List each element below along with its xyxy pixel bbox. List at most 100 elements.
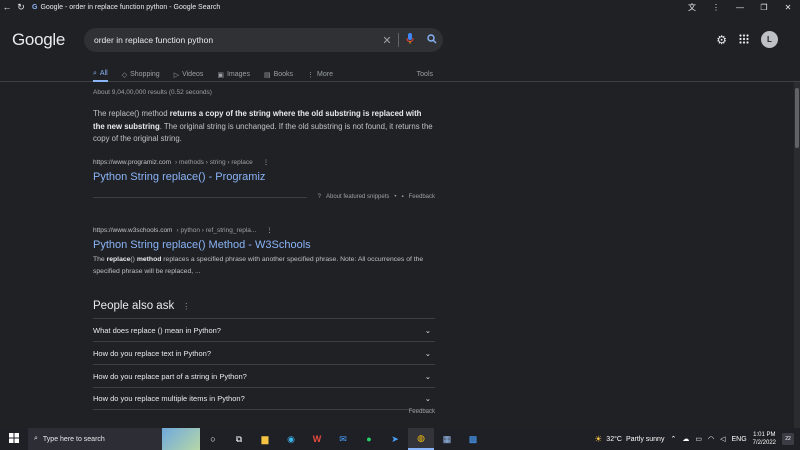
window-title: G Google - order in replace function pyt… <box>32 4 220 11</box>
whatsapp-icon[interactable]: ● <box>356 428 382 450</box>
image-icon: ▣ <box>217 71 224 79</box>
volume-icon[interactable]: ◁ <box>720 435 725 443</box>
search-icon: ⌕ <box>93 69 97 77</box>
result-cite: https://www.programiz.com › methods › st… <box>93 158 270 167</box>
menu-dots-icon[interactable]: ⋮ <box>704 3 728 12</box>
reload-icon[interactable]: ↻ <box>14 2 28 13</box>
paa-question[interactable]: How do you replace text in Python? ⌄ <box>93 341 435 364</box>
cloud-icon[interactable]: ☁ <box>682 435 689 443</box>
tab-books[interactable]: ▤ Books <box>264 67 293 82</box>
back-arrow-icon[interactable]: ← <box>0 2 14 12</box>
clock-date: 7/2/2022 <box>752 440 776 446</box>
tab-videos[interactable]: ▷ Videos <box>174 67 204 82</box>
weather-widget[interactable]: ☀ 32°C Partly sunny <box>594 434 664 445</box>
taskbar-search-placeholder: Type here to search <box>42 435 105 443</box>
paa-question-text: How do you replace part of a string in P… <box>93 371 247 381</box>
divider <box>93 196 307 198</box>
paa-question[interactable]: How do you replace part of a string in P… <box>93 364 435 387</box>
result-description: The replace() method replaces a specifie… <box>93 254 435 278</box>
news-widget-icon[interactable] <box>162 428 200 450</box>
page-scrollbar[interactable] <box>794 82 800 428</box>
paa-question-text: How do you replace text in Python? <box>93 348 211 358</box>
paa-title-text: People also ask <box>93 300 175 312</box>
result-stats: About 9,04,00,000 results (0.52 seconds) <box>93 89 212 96</box>
battery-icon[interactable]: ▭ <box>695 435 702 443</box>
feedback-link[interactable]: Feedback <box>409 194 435 200</box>
calculator-icon[interactable]: ▦ <box>434 428 460 450</box>
settings-gear-icon[interactable]: ⚙ <box>716 33 727 47</box>
clock-time: 1:01 PM <box>753 432 776 438</box>
close-button[interactable]: ✕ <box>776 3 800 12</box>
weather-text: Partly sunny <box>625 435 665 443</box>
paa-menu-icon[interactable]: ⋮ <box>182 302 190 311</box>
edge-icon[interactable]: ◉ <box>278 428 304 450</box>
paa-question-text: How do you replace multiple items in Pyt… <box>93 394 245 403</box>
account-avatar[interactable]: L <box>761 31 778 48</box>
desc-bold: replace <box>106 256 131 263</box>
maximize-button[interactable]: ❐ <box>752 3 776 12</box>
notifications-icon[interactable]: 22 <box>782 433 794 445</box>
cortana-icon[interactable]: ○ <box>200 428 226 450</box>
help-circle-icon: ? <box>317 194 321 200</box>
result-menu-icon[interactable]: ⋮ <box>266 226 273 234</box>
language-indicator[interactable]: ENG <box>731 436 746 443</box>
task-view-icon[interactable]: ⧉ <box>226 428 252 450</box>
telegram-icon[interactable]: ➤ <box>382 428 408 450</box>
tab-label: More <box>317 71 333 78</box>
result-cite: https://www.w3schools.com › python › ref… <box>93 226 273 235</box>
people-also-ask-list: What does replace () mean in Python? ⌄ H… <box>93 318 435 410</box>
taskbar-search[interactable]: ⌕ Type here to search <box>28 428 162 450</box>
clock[interactable]: 1:01 PM 7/2/2022 <box>753 431 776 447</box>
mail-icon[interactable]: ✉ <box>330 428 356 450</box>
photos-icon[interactable]: ▩ <box>460 428 486 450</box>
apps-grid-icon[interactable] <box>739 33 749 47</box>
clear-icon[interactable]: ✕ <box>376 34 398 47</box>
search-icon: ⌕ <box>34 435 38 442</box>
play-icon: ▷ <box>173 71 180 79</box>
more-icon: ⋮ <box>307 71 315 79</box>
system-tray: ☀ 32°C Partly sunny ⌃ ☁ ▭ ◠ ◁ ENG 1:01 P… <box>594 431 800 447</box>
search-icon[interactable] <box>421 33 443 47</box>
chrome-icon[interactable]: ◍ <box>408 428 434 450</box>
tab-label: Books <box>273 71 294 78</box>
paa-question[interactable]: What does replace () mean in Python? ⌄ <box>93 318 435 341</box>
paa-question[interactable]: How do you replace multiple items in Pyt… <box>93 387 435 410</box>
result-menu-icon[interactable]: ⋮ <box>263 158 270 166</box>
microphone-icon[interactable] <box>399 33 421 47</box>
google-favicon-icon: G <box>32 3 38 11</box>
result-title-link[interactable]: Python String replace() - Programiz <box>93 171 265 183</box>
desc-bold: method <box>136 256 162 263</box>
cite-path: › methods › string › replace <box>175 158 253 166</box>
search-input[interactable]: order in replace function python <box>94 35 376 45</box>
tools-button[interactable]: Tools <box>417 67 433 82</box>
scroll-thumb[interactable] <box>795 88 799 148</box>
windows-taskbar: ⌕ Type here to search ○ ⧉ ▆ ◉ W ✉ ● ➤ ◍ … <box>0 428 800 450</box>
book-icon: ▤ <box>263 71 271 79</box>
search-box[interactable]: order in replace function python ✕ <box>84 28 443 52</box>
cite-site[interactable]: https://www.w3schools.com <box>93 227 172 234</box>
paa-feedback-link[interactable]: Feedback <box>409 409 435 415</box>
search-tabs: ⌕ All ◇ Shopping ▷ Videos ▣ Images ▤ Boo… <box>93 67 433 82</box>
minimize-button[interactable]: — <box>728 3 752 12</box>
window-controls: 文 ⋮ — ❐ ✕ <box>680 2 800 13</box>
tab-all[interactable]: ⌕ All <box>93 67 108 82</box>
desc-text: The <box>93 256 107 263</box>
tab-images[interactable]: ▣ Images <box>217 67 250 82</box>
about-featured-snippets-link[interactable]: About featured snippets <box>326 194 389 200</box>
office-icon[interactable]: W <box>304 428 330 450</box>
google-logo[interactable]: Google <box>12 30 65 50</box>
wifi-icon[interactable]: ◠ <box>708 435 714 443</box>
chevron-up-icon[interactable]: ⌃ <box>670 435 676 443</box>
chevron-down-icon: ⌄ <box>424 348 431 358</box>
partly-sunny-icon: ☀ <box>594 433 603 444</box>
result-title-link[interactable]: Python String replace() Method - W3Schoo… <box>93 239 311 251</box>
tab-shopping[interactable]: ◇ Shopping <box>122 67 160 82</box>
people-also-ask-heading: People also ask ⋮ <box>93 300 190 312</box>
featured-snippet-text: The replace() method returns a copy of t… <box>93 108 435 146</box>
windows-start-icon[interactable] <box>0 432 28 446</box>
cite-site[interactable]: https://www.programiz.com <box>93 159 171 166</box>
file-explorer-icon[interactable]: ▆ <box>252 428 278 450</box>
tab-more[interactable]: ⋮ More <box>307 67 333 82</box>
translate-icon[interactable]: 文 <box>680 2 704 13</box>
tag-icon: ◇ <box>121 71 128 79</box>
